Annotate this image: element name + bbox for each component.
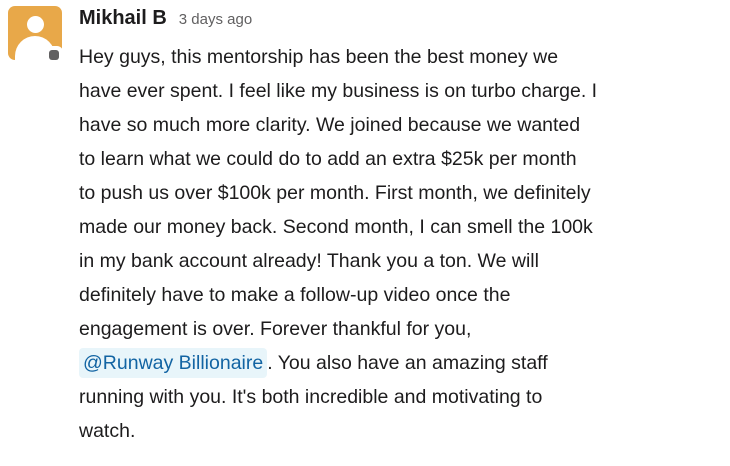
- message-line: running with you. It's both incredible a…: [79, 386, 543, 408]
- message-line: watch.: [79, 420, 136, 442]
- message-text-after-mention: . You also have an amazing staff: [267, 352, 548, 374]
- chat-message: Mikhail B 3 days ago Hey guys, this ment…: [0, 0, 730, 466]
- message-header: Mikhail B 3 days ago: [79, 7, 252, 35]
- author-name[interactable]: Mikhail B: [79, 7, 167, 30]
- message-line: made our money back. Second month, I can…: [79, 216, 593, 238]
- message-line: have so much more clarity. We joined bec…: [79, 114, 581, 136]
- message-timestamp[interactable]: 3 days ago: [179, 11, 252, 28]
- user-mention-link[interactable]: @Runway Billionaire: [79, 348, 268, 378]
- message-line: Hey guys, this mentorship has been the b…: [79, 46, 559, 68]
- message-body: Hey guys, this mentorship has been the b…: [79, 40, 719, 448]
- presence-dot: [49, 50, 59, 60]
- message-line: to push us over $100k per month. First m…: [79, 182, 591, 204]
- message-line: to learn what we could do to add an extr…: [79, 148, 577, 170]
- message-line: engagement is over. Forever thankful for…: [79, 318, 472, 340]
- message-line: in my bank account already! Thank you a …: [79, 250, 539, 272]
- message-line: have ever spent. I feel like my business…: [79, 80, 598, 102]
- avatar-head-shape: [27, 16, 44, 33]
- mention-line: @Runway Billionaire. You also have an am…: [79, 346, 719, 380]
- presence-status-icon: [45, 46, 63, 64]
- message-line: definitely have to make a follow-up vide…: [79, 284, 511, 306]
